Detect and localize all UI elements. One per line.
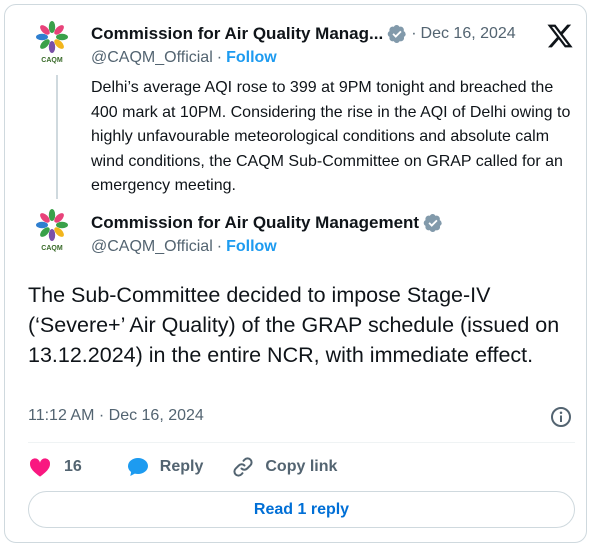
copy-link-label: Copy link <box>265 458 338 475</box>
main-handle-row: @CAQM_Official · Follow <box>91 238 277 256</box>
info-icon[interactable] <box>549 405 573 429</box>
caqm-avatar-quoted[interactable]: CAQM <box>28 18 76 66</box>
main-tweet-header: Commission for Air Quality Management <box>91 213 443 233</box>
main-author-handle[interactable]: @CAQM_Official <box>91 238 213 256</box>
quoted-follow-button[interactable]: Follow <box>226 49 277 67</box>
tweet-actions-bar: 16 Reply Copy link <box>28 453 365 481</box>
quoted-tweet-date[interactable]: Dec 16, 2024 <box>421 25 516 43</box>
copy-link-button[interactable]: Copy link <box>231 455 337 479</box>
caqm-logo-icon: CAQM <box>28 206 76 254</box>
handle-separator: · <box>216 49 223 66</box>
tweet-timestamp[interactable]: 11:12 AM · Dec 16, 2024 <box>28 407 204 425</box>
thread-connector-line <box>56 75 58 199</box>
tweet-embed-card: CAQM Commission for Air Quality Manag...… <box>4 4 587 543</box>
verified-badge-icon <box>423 213 443 233</box>
caqm-avatar-main[interactable]: CAQM <box>28 206 76 254</box>
speech-bubble-icon <box>127 458 148 476</box>
handle-separator: · <box>216 238 223 255</box>
svg-text:CAQM: CAQM <box>41 57 63 64</box>
reply-label: Reply <box>159 458 204 475</box>
x-logo-icon[interactable] <box>546 22 574 50</box>
main-follow-button[interactable]: Follow <box>226 238 277 256</box>
read-replies-button[interactable]: Read 1 reply <box>28 491 575 528</box>
quoted-handle-row: @CAQM_Official · Follow <box>91 49 277 67</box>
link-icon <box>233 457 253 477</box>
action-divider <box>28 442 575 443</box>
heart-icon <box>29 458 51 477</box>
quoted-tweet-text: Delhi’s average AQI rose to 399 at 9PM t… <box>91 79 571 194</box>
header-separator: · <box>411 25 417 42</box>
caqm-logo-icon: CAQM <box>28 18 76 66</box>
reply-button[interactable]: Reply <box>126 455 204 479</box>
main-author-name[interactable]: Commission for Air Quality Management <box>91 213 419 233</box>
main-tweet-text: The Sub-Committee decided to impose Stag… <box>28 283 560 367</box>
quoted-tweet-header: Commission for Air Quality Manag... · De… <box>91 24 516 44</box>
verified-badge-icon <box>387 24 407 44</box>
quoted-author-name[interactable]: Commission for Air Quality Manag... <box>91 24 383 44</box>
quoted-author-handle[interactable]: @CAQM_Official <box>91 49 213 67</box>
like-count: 16 <box>64 458 82 475</box>
svg-text:CAQM: CAQM <box>41 245 63 252</box>
like-button[interactable]: 16 <box>28 455 94 479</box>
